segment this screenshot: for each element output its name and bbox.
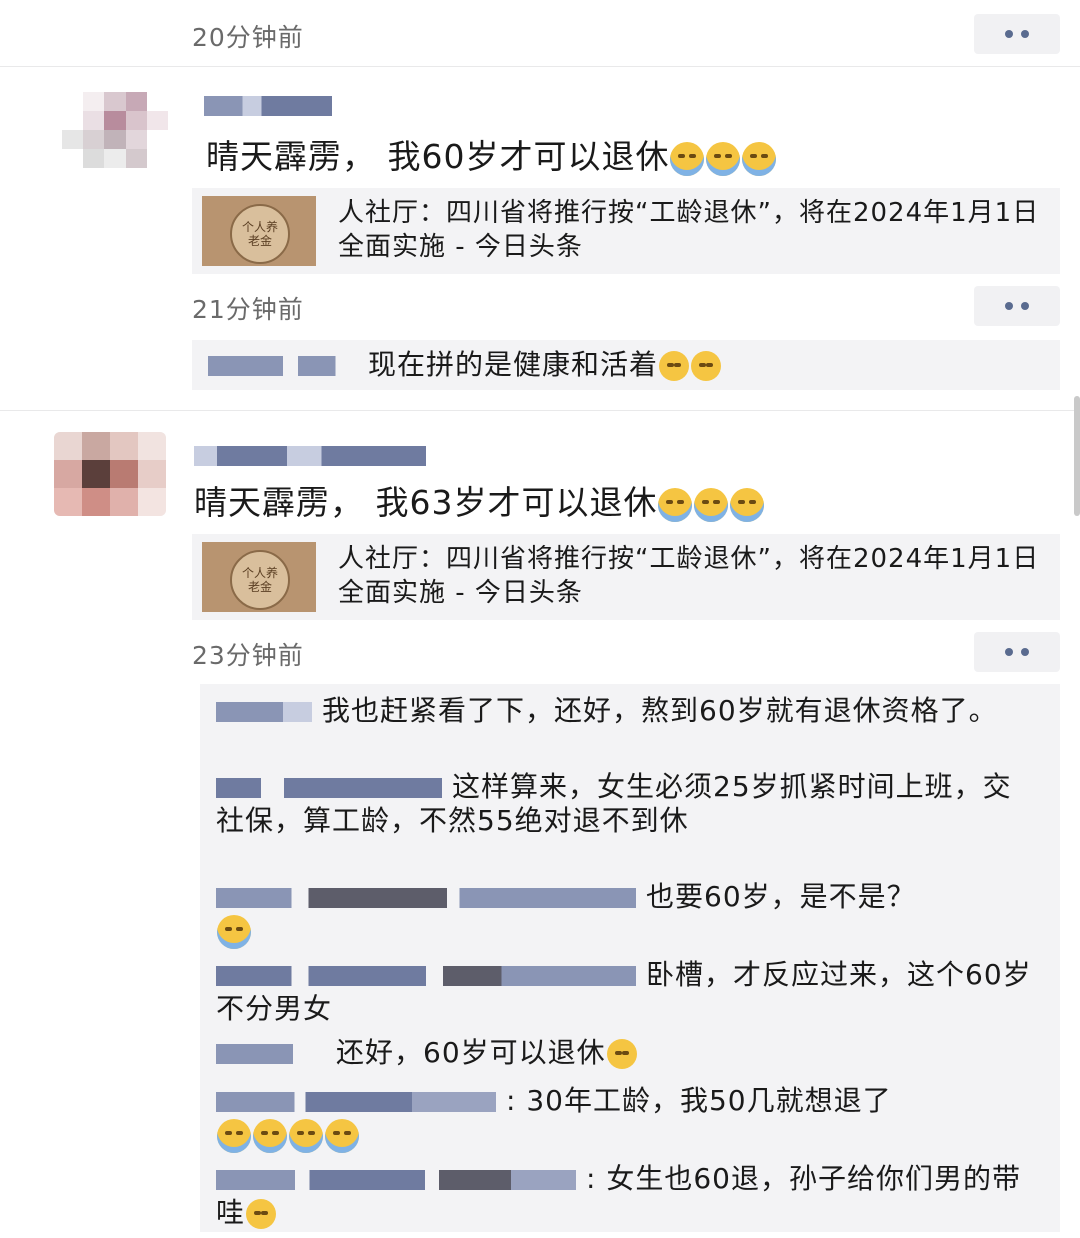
comment-item[interactable]: 卧槽，才反应过来，这个60岁不分男女 xyxy=(216,958,1036,1026)
more-dots-icon xyxy=(1005,30,1013,38)
comment-item[interactable]: 也要60岁，是不是？ xyxy=(216,880,1036,949)
avatar[interactable] xyxy=(54,432,166,516)
commenter-name[interactable] xyxy=(216,1170,576,1190)
link-title: 人社厅：四川省将推行按“工龄退休”，将在2024年1月1日全面实施 - 今日头条 xyxy=(338,198,1040,262)
comments-panel: 我也赶紧看了下，还好，熬到60岁就有退休资格了。 这样算来，女生必须25岁抓紧时… xyxy=(200,684,1060,1232)
crying-emoji-icon xyxy=(742,141,777,176)
more-button[interactable] xyxy=(974,632,1060,672)
link-thumbnail: 个人养老金 xyxy=(202,196,316,266)
post-time: 20分钟前 xyxy=(192,23,304,52)
comment-item[interactable]: 还好，60岁可以退休 xyxy=(216,1036,1036,1070)
commenter-name[interactable] xyxy=(208,356,358,376)
commenter-name[interactable] xyxy=(216,1092,496,1112)
comments-panel: 现在拼的是健康和活着 xyxy=(192,340,1060,390)
comment-text: : 30年工龄，我50几就想退了 xyxy=(506,1084,892,1117)
comment-item[interactable]: 这样算来，女生必须25岁抓紧时间上班，交社保，算工龄，不然55绝对退不到休 xyxy=(216,770,1036,838)
more-button[interactable] xyxy=(974,14,1060,54)
comment-item[interactable]: : 30年工龄，我50几就想退了 xyxy=(216,1084,1036,1153)
link-title: 人社厅：四川省将推行按“工龄退休”，将在2024年1月1日全面实施 - 今日头条 xyxy=(338,544,1040,608)
thumb-badge: 个人养老金 xyxy=(230,550,290,610)
crying-emoji-icon xyxy=(730,487,765,522)
comment-item[interactable]: : 女生也60退，孙子给你们男的带哇 xyxy=(216,1162,1036,1230)
author-name[interactable] xyxy=(204,96,332,116)
link-thumbnail: 个人养老金 xyxy=(202,542,316,612)
grin-emoji-icon xyxy=(606,1039,637,1069)
more-dots-icon xyxy=(1005,648,1013,656)
crying-emoji-icon xyxy=(253,1119,287,1153)
comment-item[interactable]: 我也赶紧看了下，还好，熬到60岁就有退休资格了。 xyxy=(216,694,1036,728)
commenter-name[interactable] xyxy=(216,888,636,908)
comment-text: 现在拼的是健康和活着 xyxy=(368,348,659,381)
comment-text: 我也赶紧看了下，还好，熬到60岁就有退休资格了。 xyxy=(322,694,998,727)
thumb-text: 个人养老金 xyxy=(241,220,278,248)
grin-emoji-icon xyxy=(659,351,690,381)
post-text: 晴天霹雳， 我60岁才可以退休 xyxy=(206,130,777,178)
divider xyxy=(0,410,1080,411)
comment-text: 还好，60岁可以退休 xyxy=(336,1036,606,1069)
avatar-mosaic xyxy=(62,92,168,168)
thumb-badge: 个人养老金 xyxy=(230,204,290,264)
avatar-mosaic xyxy=(54,432,166,516)
more-button[interactable] xyxy=(974,286,1060,326)
comment-text: 也要60岁，是不是？ xyxy=(646,880,916,913)
commenter-name[interactable] xyxy=(216,966,636,986)
laughing-emoji-icon xyxy=(246,1199,277,1229)
link-card[interactable]: 个人养老金 人社厅：四川省将推行按“工龄退休”，将在2024年1月1日全面实施 … xyxy=(192,534,1060,620)
post-time: 21分钟前 xyxy=(192,295,304,324)
crying-emoji-icon xyxy=(217,1119,251,1153)
crying-emoji-icon xyxy=(706,141,741,176)
more-dots-icon xyxy=(1005,302,1013,310)
crying-emoji-icon xyxy=(694,487,729,522)
comment-item[interactable]: 现在拼的是健康和活着 xyxy=(208,348,1028,382)
link-card[interactable]: 个人养老金 人社厅：四川省将推行按“工龄退休”，将在2024年1月1日全面实施 … xyxy=(192,188,1060,274)
crying-emoji-icon xyxy=(670,141,705,176)
laughing-emoji-icon xyxy=(691,351,722,381)
post-time: 23分钟前 xyxy=(192,641,304,670)
crying-emoji-icon xyxy=(325,1119,359,1153)
avatar[interactable] xyxy=(62,92,168,168)
crying-emoji-icon xyxy=(658,487,693,522)
crying-emoji-icon xyxy=(217,915,251,949)
crying-emoji-icon xyxy=(289,1119,323,1153)
commenter-name[interactable] xyxy=(216,778,442,798)
thumb-text: 个人养老金 xyxy=(241,566,278,594)
author-name[interactable] xyxy=(194,446,426,466)
post-text: 晴天霹雳， 我63岁才可以退休 xyxy=(194,476,765,524)
commenter-name[interactable] xyxy=(216,702,312,722)
commenter-name[interactable] xyxy=(216,1044,326,1064)
divider xyxy=(0,66,1080,67)
scrollbar[interactable] xyxy=(1074,396,1080,516)
